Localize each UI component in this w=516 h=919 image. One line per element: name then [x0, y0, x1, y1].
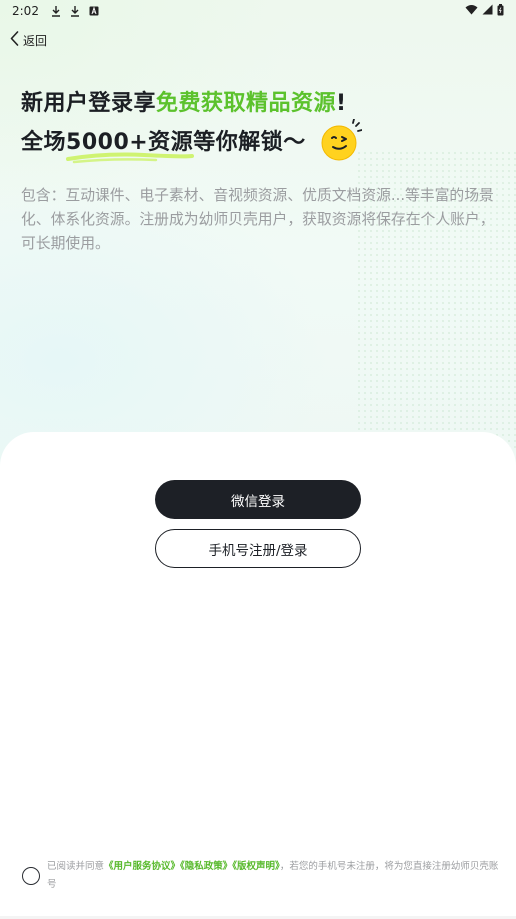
smiley-emoji-icon [321, 119, 362, 161]
headline-line-1: 新用户登录享免费获取精品资源! [21, 85, 347, 117]
agreement-prefix: 已阅读并同意 [47, 861, 105, 872]
headline-highlight: 免费获取精品资源 [156, 91, 337, 116]
wifi-icon [465, 4, 478, 18]
battery-icon [497, 3, 504, 19]
status-time: 2:02 [12, 4, 39, 18]
headline-suffix: ! [336, 91, 347, 116]
headline-2-underlined: 5000+资源 [66, 124, 195, 164]
signal-icon [482, 4, 493, 18]
agreement-text: 已阅读并同意《用户服务协议》《隐私政策》《版权声明》，若您的手机号未注册，将为您… [47, 858, 500, 894]
phone-login-button[interactable]: 手机号注册/登录 [155, 529, 361, 568]
terms-link[interactable]: 《用户服务协议》 [104, 861, 180, 872]
headline-2-suffix: 等你解锁～ [193, 130, 306, 155]
headline-2-prefix: 全场 [21, 130, 67, 155]
back-button[interactable]: 返回 [10, 31, 47, 49]
copyright-link[interactable]: 《版权声明》 [232, 861, 280, 872]
privacy-link[interactable]: 《隐私政策》 [180, 861, 232, 872]
description-text: 包含：互动课件、电子素材、音视频资源、优质文档资源...等丰富的场景化、体系化资… [21, 187, 495, 252]
download-icon [70, 5, 80, 17]
agreement-checkbox[interactable] [22, 867, 40, 885]
chevron-left-icon [10, 31, 19, 49]
brush-underline [66, 152, 195, 164]
download-icon [51, 5, 61, 17]
agreement-row: 已阅读并同意《用户服务协议》《隐私政策》《版权声明》，若您的手机号未注册，将为您… [22, 858, 500, 894]
status-right-group [465, 3, 504, 19]
wechat-login-button[interactable]: 微信登录 [155, 480, 361, 519]
font-icon [89, 6, 99, 16]
back-label: 返回 [23, 33, 48, 48]
headline-prefix: 新用户登录享 [21, 91, 157, 116]
headline-line-2: 全场5000+资源 等你解锁～ [21, 124, 306, 164]
status-bar: 2:02 [0, 0, 516, 22]
